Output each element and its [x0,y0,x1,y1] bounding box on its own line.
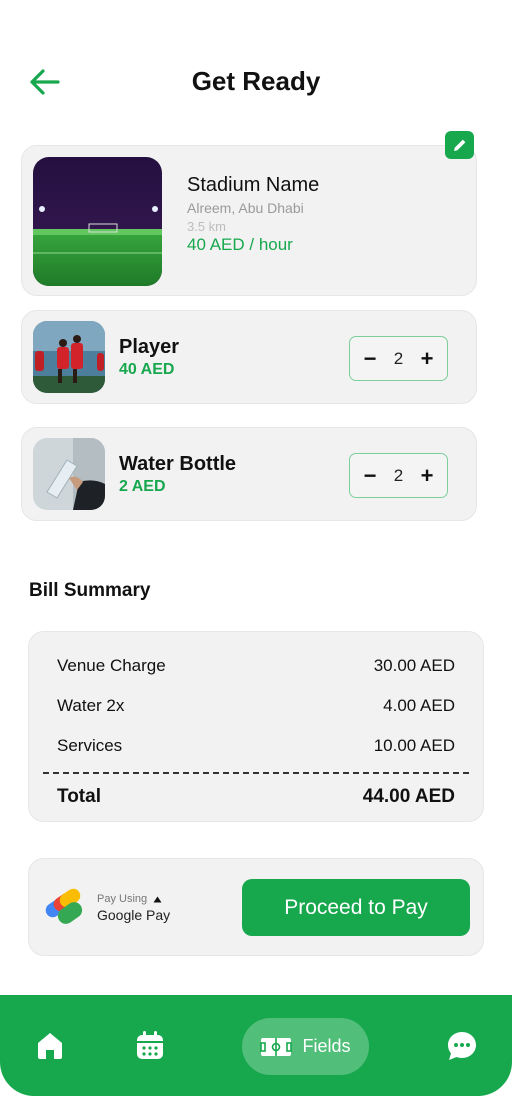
quantity-stepper: − 2 + [349,453,448,498]
quantity-stepper: − 2 + [349,336,448,381]
proceed-to-pay-button[interactable]: Proceed to Pay [242,879,470,936]
bill-row-value: 30.00 AED [373,656,455,675]
field-icon [260,1037,293,1056]
bill-summary-title: Bill Summary [29,580,151,601]
stadium-name: Stadium Name [187,174,320,196]
bill-row-label: Services [57,736,123,755]
stadium-location: Alreem, Abu Dhabi [187,200,304,216]
nav-home[interactable] [32,1027,68,1063]
google-pay-logo-icon [43,887,87,927]
bottom-nav: Fields [0,995,512,1096]
list-item-player: Player 40 AED − 2 + [21,310,477,404]
quantity-value: 2 [393,465,404,485]
increment-button[interactable]: + [417,464,437,486]
stadium-distance: 3.5 km [187,219,227,234]
nav-fields-label: Fields [302,1036,351,1056]
bill-row: Water 2x 4.00 AED [57,696,455,716]
nav-fields[interactable]: Fields [242,1018,369,1075]
increment-button[interactable]: + [417,347,437,369]
caret-up-icon [153,896,162,902]
player-image [33,321,105,393]
total-label: Total [57,786,101,807]
page-title: Get Ready [191,66,321,96]
pencil-icon [453,139,465,151]
stadium-card[interactable]: Stadium Name Alreem, Abu Dhabi 3.5 km 40… [21,145,477,296]
decrement-button[interactable]: − [360,464,380,486]
home-icon [38,1033,62,1059]
bill-row-label: Water 2x [57,696,125,715]
bill-row-value: 4.00 AED [383,696,455,715]
decrement-button[interactable]: − [360,347,380,369]
payment-card: Pay Using Google Pay Proceed to Pay [28,858,484,956]
stadium-price: 40 AED / hour [187,235,293,254]
item-name: Water Bottle [119,453,237,475]
pay-using-selector[interactable]: Pay Using [97,893,162,905]
bill-row-label: Venue Charge [57,656,166,675]
nav-calendar[interactable] [132,1027,168,1063]
bill-row-value: 10.00 AED [373,736,455,755]
item-price: 40 AED [119,361,175,378]
bill-summary-card: Venue Charge 30.00 AED Water 2x 4.00 AED… [28,631,484,822]
bill-row: Services 10.00 AED [57,736,455,756]
water-bottle-image [33,438,105,510]
bill-total-row: Total 44.00 AED [57,786,455,808]
bill-row: Venue Charge 30.00 AED [57,656,455,676]
nav-chat[interactable] [444,1028,480,1064]
edit-stadium-button[interactable] [445,131,474,159]
list-item-water-bottle: Water Bottle 2 AED − 2 + [21,427,477,521]
calendar-icon [137,1031,163,1059]
header: Get Ready [0,54,512,110]
total-value: 44.00 AED [362,786,455,807]
dashed-divider [43,772,469,774]
payment-method: Google Pay [97,907,171,923]
item-price: 2 AED [119,478,166,495]
pay-using-label: Pay Using [97,893,148,905]
item-name: Player [119,336,180,358]
stadium-image [33,157,162,286]
quantity-value: 2 [393,348,404,368]
chat-bubble-icon [448,1032,476,1060]
